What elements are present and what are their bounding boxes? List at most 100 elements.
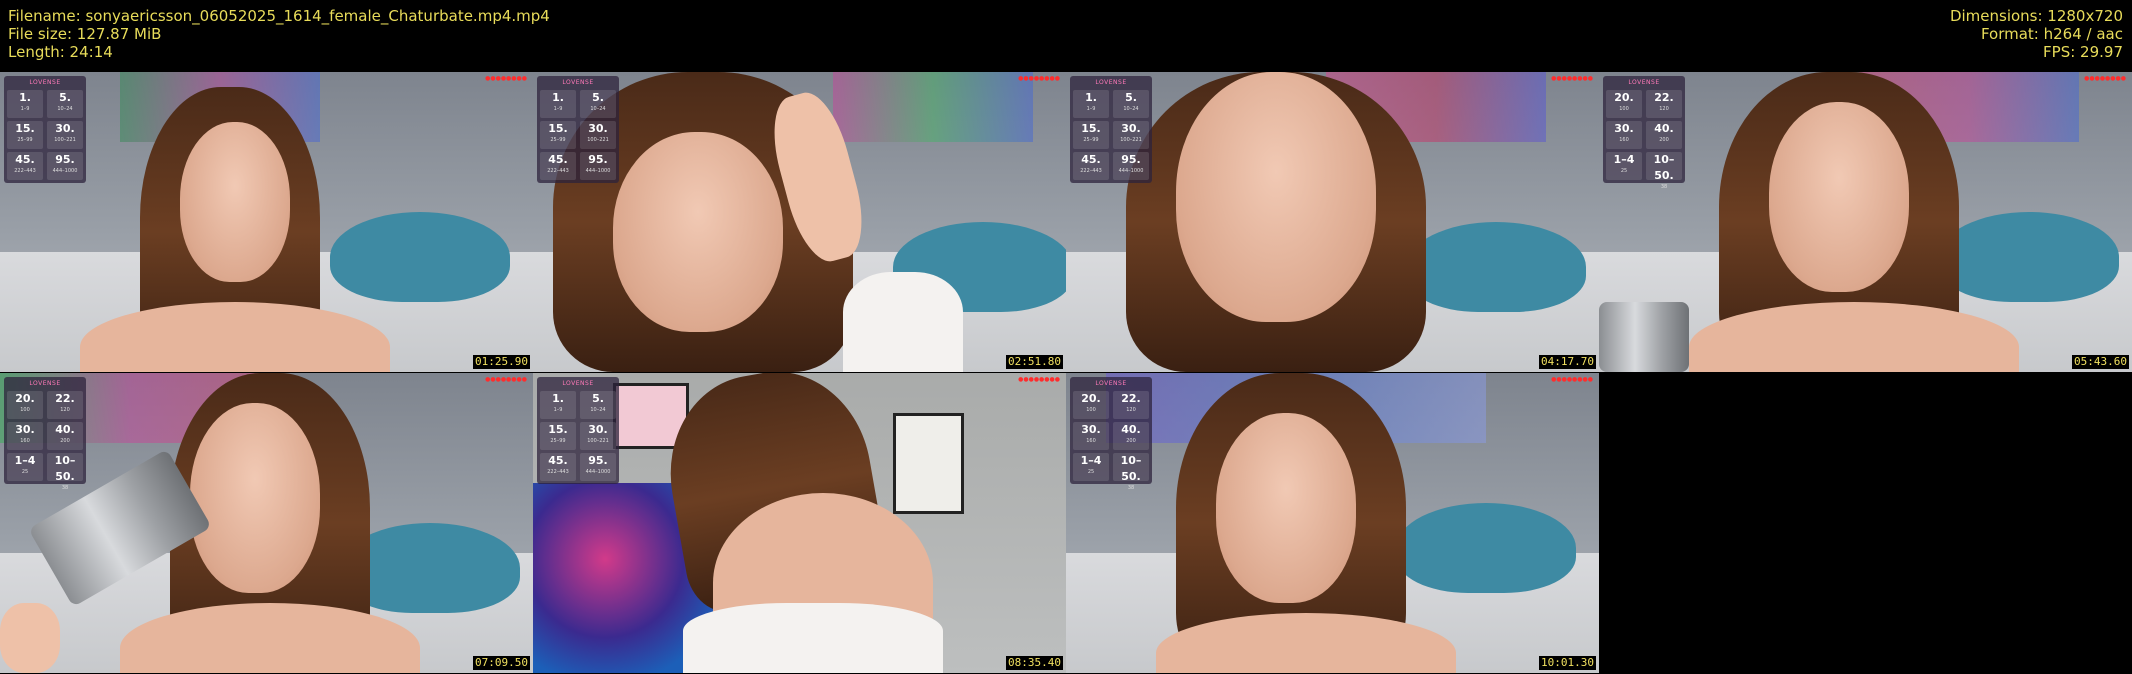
face [180,122,290,282]
tip-level: 22. 120 [1646,90,1682,118]
wall-poster [893,413,964,514]
tip-level: 30. 100–221 [47,121,83,149]
tip-level: 30. 160 [7,422,43,450]
plush-toy [1939,212,2119,302]
thumbnail-4[interactable]: LOVENSE 20. 100 22. 120 30. 160 40. 200 1–4 25 1… [1599,72,2132,372]
tip-level: 95. 444–1000 [47,152,83,180]
tip-level: 10–50. 38 [1646,152,1682,190]
length-text: Length: 24:14 [8,43,113,61]
overlay-brand: LOVENSE [562,380,594,387]
overlay-brand: LOVENSE [29,79,61,86]
tumbler-cup [1599,302,1689,372]
watermark: ●●●●●●●● [485,376,527,383]
tip-level: 45. 222–443 [7,152,43,180]
overlay-brand: LOVENSE [1095,79,1127,86]
overlay-brand: LOVENSE [1628,79,1660,86]
dimensions-text: Dimensions: 1280x720 [1949,7,2123,25]
overlay-brand: LOVENSE [29,380,61,387]
tip-level: 5. 10–24 [580,90,616,118]
overlay-brand: LOVENSE [1095,380,1127,387]
tip-level: 5. 10–24 [1113,90,1149,118]
face [1216,413,1356,603]
tip-level: 45. 222–443 [1073,152,1109,180]
tip-level: 20. 100 [7,391,43,419]
tip-level: 10–50. 38 [47,453,83,491]
timestamp-label: 08:35.40 [1006,656,1063,670]
media-info: Dimensions: 1280x720 Format: h264 / aac … [1950,7,2123,61]
tip-level: 5. 10–24 [47,90,83,118]
format-text: Format: h264 / aac [1980,25,2123,43]
tip-level: 95. 444–1000 [580,453,616,481]
tip-menu-overlay: LOVENSE 1. 1–9 5. 10–24 15. 25–99 30. 100–221 … [537,377,619,484]
tip-menu-overlay: LOVENSE 1. 1–9 5. 10–24 15. 25–99 30. 100–221 … [537,76,619,183]
face [1176,72,1376,322]
tip-level: 40. 200 [1646,121,1682,149]
sleeve [843,272,963,372]
thumbnail-6[interactable]: LOVENSE 1. 1–9 5. 10–24 15. 25–99 30. 100–221 … [533,373,1066,673]
tip-level: 95. 444–1000 [1113,152,1149,180]
tip-level: 1. 1–9 [7,90,43,118]
face [190,403,320,593]
tip-level: 30. 160 [1606,121,1642,149]
tip-level: 15. 25–99 [7,121,43,149]
tip-level: 45. 222–443 [540,453,576,481]
thumbnail-2[interactable]: LOVENSE 1. 1–9 5. 10–24 15. 25–99 30. 100–221 … [533,72,1066,372]
watermark: ●●●●●●●● [1018,376,1060,383]
watermark: ●●●●●●●● [2084,75,2126,82]
tip-level: 1. 1–9 [1073,90,1109,118]
timestamp-label: 04:17.70 [1539,355,1596,369]
tip-level: 15. 25–99 [1073,121,1109,149]
tip-level: 10–50. 38 [1113,453,1149,491]
timestamp-label: 05:43.60 [2072,355,2129,369]
face [1769,102,1909,292]
tip-menu-overlay: LOVENSE 20. 100 22. 120 30. 160 40. 200 1–4 25 1… [4,377,86,491]
tip-level: 45. 222–443 [540,152,576,180]
thumbnail-3[interactable]: LOVENSE 1. 1–9 5. 10–24 15. 25–99 30. 100–221 … [1066,72,1599,372]
watermark: ●●●●●●●● [1551,376,1593,383]
tip-level: 30. 100–221 [580,121,616,149]
fps-text: FPS: 29.97 [2043,43,2123,61]
tip-menu-overlay: LOVENSE 1. 1–9 5. 10–24 15. 25–99 30. 100–221 … [1070,76,1152,183]
tip-level: 20. 100 [1606,90,1642,118]
plush-toy [1406,222,1586,312]
neon-light [833,72,1033,142]
filesize-text: File size: 127.87 MiB [8,25,162,43]
tip-level: 40. 200 [47,422,83,450]
file-info: Filename: sonyaericsson_06052025_1614_fe… [8,7,550,61]
timestamp-label: 07:09.50 [473,656,530,670]
tip-menu-overlay: LOVENSE 20. 100 22. 120 30. 160 40. 200 1–4 25 1… [1603,76,1685,190]
face [613,132,783,332]
filename-text: Filename: sonyaericsson_06052025_1614_fe… [8,7,550,25]
tip-level: 20. 100 [1073,391,1109,419]
tip-level: 1. 1–9 [540,90,576,118]
tip-level: 30. 100–221 [1113,121,1149,149]
tip-level: 40. 200 [1113,422,1149,450]
timestamp-label: 02:51.80 [1006,355,1063,369]
watermark: ●●●●●●●● [485,75,527,82]
tip-menu-overlay: LOVENSE 20. 100 22. 120 30. 160 40. 200 1–4 25 1… [1070,377,1152,491]
tip-level: 5. 10–24 [580,391,616,419]
plush-toy [1396,503,1576,593]
thumbnail-5[interactable]: LOVENSE 20. 100 22. 120 30. 160 40. 200 1–4 25 1… [0,373,533,673]
tip-level: 22. 120 [47,391,83,419]
plush-toy [330,212,510,302]
tip-level: 1–4 25 [7,453,43,481]
timestamp-label: 01:25.90 [473,355,530,369]
thumbnail-grid: LOVENSE 1. 1–9 5. 10–24 15. 25–99 30. 100–221 … [0,72,2132,674]
tip-level: 1–4 25 [1073,453,1109,481]
tip-level: 15. 25–99 [540,121,576,149]
watermark: ●●●●●●●● [1551,75,1593,82]
tip-level: 30. 160 [1073,422,1109,450]
tip-menu-overlay: LOVENSE 1. 1–9 5. 10–24 15. 25–99 30. 100–221 … [4,76,86,183]
shirt [683,603,943,673]
tip-level: 30. 100–221 [580,422,616,450]
tip-level: 15. 25–99 [540,422,576,450]
thumbnail-7[interactable]: LOVENSE 20. 100 22. 120 30. 160 40. 200 1–4 25 1… [1066,373,1599,673]
watermark: ●●●●●●●● [1018,75,1060,82]
thumbnail-1[interactable]: LOVENSE 1. 1–9 5. 10–24 15. 25–99 30. 100–221 … [0,72,533,372]
tip-level: 1. 1–9 [540,391,576,419]
tip-level: 95. 444–1000 [580,152,616,180]
overlay-brand: LOVENSE [562,79,594,86]
tip-level: 1–4 25 [1606,152,1642,180]
tip-level: 22. 120 [1113,391,1149,419]
